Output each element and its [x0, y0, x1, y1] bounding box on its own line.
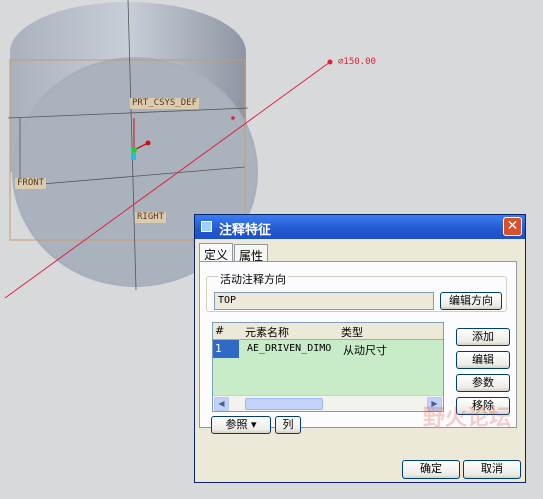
cancel-button[interactable]: 取消: [463, 460, 521, 479]
row-element-name: AE_DRIVEN_DIMO: [247, 343, 332, 354]
column-element-name[interactable]: 元素名称: [245, 324, 289, 340]
ok-button[interactable]: 确定: [402, 460, 460, 479]
forum-watermark: 野火论坛: [422, 406, 511, 431]
add-button[interactable]: 添加: [456, 328, 510, 346]
dimension-label[interactable]: ⌀150.00: [336, 57, 378, 68]
annotation-feature-dialog: 注释特征 ✕ 定义 属性 活动注释方向 TOP 编辑方向 # 元素名称 类型 1…: [194, 214, 526, 483]
dialog-titlebar[interactable]: 注释特征 ✕: [195, 215, 525, 239]
row-type: 从动尺寸: [343, 344, 387, 357]
horizontal-scrollbar[interactable]: ◀ ▶: [213, 395, 443, 411]
parameters-button[interactable]: 参数: [456, 374, 510, 392]
column-button[interactable]: 列: [275, 416, 301, 434]
table-header: # 元素名称 类型: [213, 323, 443, 340]
column-type[interactable]: 类型: [341, 324, 363, 340]
datum-front-label: FRONT: [15, 178, 47, 189]
scroll-left-icon[interactable]: ◀: [214, 397, 229, 411]
csys-label: PRT_CSYS_DEF: [130, 98, 200, 109]
edit-button[interactable]: 编辑: [456, 351, 510, 369]
edit-orientation-button[interactable]: 编辑方向: [440, 292, 502, 310]
element-table[interactable]: # 元素名称 类型 1 AE_DRIVEN_DIMO 从动尺寸 ◀ ▶: [212, 322, 444, 412]
datum-right-label: RIGHT: [135, 212, 167, 223]
column-number[interactable]: #: [215, 324, 224, 337]
orientation-field[interactable]: TOP: [214, 292, 434, 310]
window-icon: [201, 221, 212, 232]
close-button[interactable]: ✕: [503, 217, 522, 236]
dialog-title: 注释特征: [219, 223, 272, 238]
reference-dropdown-button[interactable]: 参照 ▾: [211, 416, 271, 434]
row-number: 1: [213, 340, 239, 358]
orientation-group-label: 活动注释方向: [218, 271, 288, 287]
scroll-thumb[interactable]: [245, 398, 323, 410]
table-row[interactable]: 1 AE_DRIVEN_DIMO 从动尺寸: [213, 340, 443, 358]
